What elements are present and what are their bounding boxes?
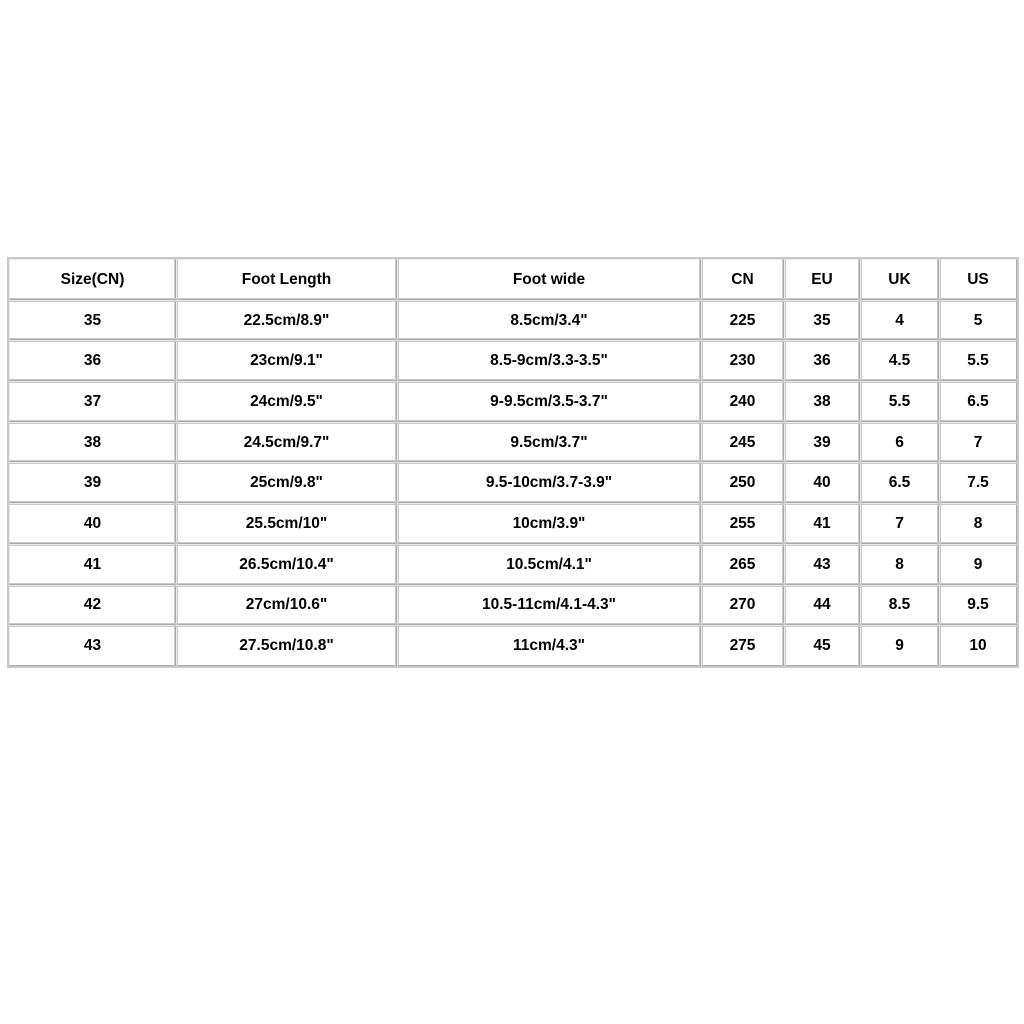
column-header-foot-wide: Foot wide [395,257,703,302]
cell-foot-wide: 10cm/3.9" [395,501,703,546]
column-header-us: US [937,257,1019,302]
cell-us: 6.5 [937,379,1019,424]
cell-cn: 240 [699,379,786,424]
cell-foot-wide: 11cm/4.3" [395,623,703,668]
table-header-row: Size(CN) Foot Length Foot wide CN EU UK US [7,257,1019,302]
cell-uk: 4 [858,297,941,343]
cell-foot-length: 27.5cm/10.8" [174,623,399,668]
cell-cn: 250 [699,460,786,506]
cell-size-cn: 41 [7,541,178,587]
table-row: 36 23cm/9.1" 8.5-9cm/3.3-3.5" 230 36 4.5 5.5 [7,338,1019,384]
cell-us: 10 [937,623,1019,668]
table-header: Size(CN) Foot Length Foot wide CN EU UK US [7,257,1019,302]
cell-size-cn: 39 [7,460,178,506]
cell-us: 5 [937,297,1019,343]
table-row: 42 27cm/10.6" 10.5-11cm/4.1-4.3" 270 44 8.5 9.… [7,582,1019,628]
cell-foot-wide: 9.5cm/3.7" [395,419,703,465]
cell-size-cn: 37 [7,379,178,424]
cell-uk: 9 [858,623,941,668]
table-row: 39 25cm/9.8" 9.5-10cm/3.7-3.9" 250 40 6.5 7.5 [7,460,1019,506]
cell-us: 5.5 [937,338,1019,384]
cell-size-cn: 38 [7,419,178,465]
cell-uk: 5.5 [858,379,941,424]
cell-uk: 8 [858,541,941,587]
cell-size-cn: 35 [7,297,178,343]
column-header-cn: CN [699,257,786,302]
cell-eu: 35 [782,297,862,343]
cell-foot-length: 27cm/10.6" [174,582,399,628]
cell-cn: 230 [699,338,786,384]
size-chart-container: Size(CN) Foot Length Foot wide CN EU UK US 35 2… [7,257,1019,668]
cell-foot-wide: 8.5-9cm/3.3-3.5" [395,338,703,384]
cell-uk: 6.5 [858,460,941,506]
cell-size-cn: 43 [7,623,178,668]
table-row: 40 25.5cm/10" 10cm/3.9" 255 41 7 8 [7,501,1019,546]
cell-size-cn: 36 [7,338,178,384]
table-row: 41 26.5cm/10.4" 10.5cm/4.1" 265 43 8 9 [7,541,1019,587]
cell-us: 9 [937,541,1019,587]
cell-eu: 39 [782,419,862,465]
cell-foot-length: 23cm/9.1" [174,338,399,384]
cell-cn: 275 [699,623,786,668]
table-body: 35 22.5cm/8.9" 8.5cm/3.4" 225 35 4 5 36 23cm/9.1… [7,297,1019,668]
cell-foot-length: 24.5cm/9.7" [174,419,399,465]
cell-foot-length: 26.5cm/10.4" [174,541,399,587]
column-header-size-cn: Size(CN) [7,257,178,302]
table-row: 35 22.5cm/8.9" 8.5cm/3.4" 225 35 4 5 [7,297,1019,343]
cell-eu: 43 [782,541,862,587]
cell-us: 8 [937,501,1019,546]
column-header-foot-length: Foot Length [174,257,399,302]
cell-foot-length: 25.5cm/10" [174,501,399,546]
table-row: 37 24cm/9.5" 9-9.5cm/3.5-3.7" 240 38 5.5 6.5 [7,379,1019,424]
cell-us: 7.5 [937,460,1019,506]
cell-cn: 255 [699,501,786,546]
cell-us: 7 [937,419,1019,465]
cell-eu: 36 [782,338,862,384]
cell-size-cn: 40 [7,501,178,546]
cell-foot-wide: 10.5cm/4.1" [395,541,703,587]
page-root: Size(CN) Foot Length Foot wide CN EU UK US 35 2… [0,0,1024,1024]
cell-eu: 38 [782,379,862,424]
cell-cn: 270 [699,582,786,628]
cell-cn: 225 [699,297,786,343]
cell-eu: 45 [782,623,862,668]
cell-foot-length: 22.5cm/8.9" [174,297,399,343]
cell-foot-wide: 9-9.5cm/3.5-3.7" [395,379,703,424]
cell-uk: 4.5 [858,338,941,384]
column-header-uk: UK [858,257,941,302]
cell-foot-length: 24cm/9.5" [174,379,399,424]
cell-foot-length: 25cm/9.8" [174,460,399,506]
cell-us: 9.5 [937,582,1019,628]
shoe-size-conversion-table: Size(CN) Foot Length Foot wide CN EU UK US 35 2… [7,257,1019,668]
cell-eu: 44 [782,582,862,628]
cell-eu: 41 [782,501,862,546]
column-header-eu: EU [782,257,862,302]
cell-size-cn: 42 [7,582,178,628]
cell-foot-wide: 9.5-10cm/3.7-3.9" [395,460,703,506]
table-row: 38 24.5cm/9.7" 9.5cm/3.7" 245 39 6 7 [7,419,1019,465]
cell-foot-wide: 10.5-11cm/4.1-4.3" [395,582,703,628]
cell-uk: 8.5 [858,582,941,628]
cell-uk: 6 [858,419,941,465]
table-row: 43 27.5cm/10.8" 11cm/4.3" 275 45 9 10 [7,623,1019,668]
cell-uk: 7 [858,501,941,546]
cell-cn: 245 [699,419,786,465]
cell-eu: 40 [782,460,862,506]
cell-foot-wide: 8.5cm/3.4" [395,297,703,343]
cell-cn: 265 [699,541,786,587]
